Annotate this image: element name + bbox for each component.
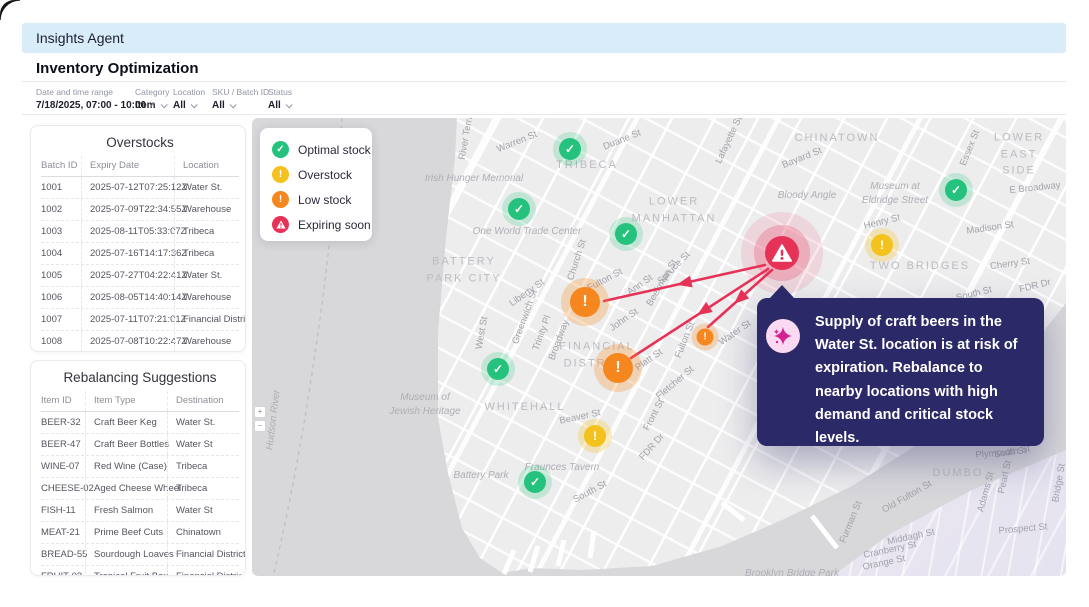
- optimal-stock-icon: ✓: [272, 141, 289, 158]
- table-row: BREAD-55 Sourdough Loaves Financial Distri…: [41, 543, 245, 565]
- map-zoom-control: + −: [254, 406, 266, 432]
- map-marker-optimal[interactable]: ✓: [559, 138, 581, 160]
- window-corner: [0, 0, 20, 20]
- filter-category[interactable]: Category Item: [135, 87, 173, 111]
- table-row: 1007 2025-07-11T07:21:01Z Financial Distri…: [41, 309, 245, 331]
- expiring-soon-icon: [272, 216, 289, 233]
- map-marker-expiring[interactable]: [765, 236, 799, 270]
- overstocks-header: Batch ID Expiry Date Location: [41, 156, 239, 177]
- map-marker-optimal[interactable]: ✓: [615, 223, 637, 245]
- overstocks-title: Overstocks: [106, 135, 174, 150]
- low-stock-icon: !: [272, 191, 289, 208]
- table-row: 1008 2025-07-08T10:22:47Z Warehouse: [41, 331, 239, 351]
- legend-item-optimal: ✓ Optimal stock: [272, 137, 372, 162]
- tooltip-pointer: [769, 285, 795, 299]
- chevron-down-icon: [229, 101, 237, 109]
- map-marker-overstock[interactable]: !: [871, 234, 893, 256]
- map-marker-overstock[interactable]: !: [584, 425, 606, 447]
- app-window: Insights Agent Inventory Optimization Da…: [0, 0, 1089, 607]
- chevron-down-icon: [285, 101, 293, 109]
- table-row: 1001 2025-07-12T07:25:12Z Water St.: [41, 177, 239, 199]
- rebalancing-table: BEER-32 Craft Beer Keg Water St. BEER-47 Cra…: [41, 412, 245, 575]
- sparkle-icon: [766, 319, 800, 353]
- rebalancing-panel: Rebalancing Suggestions Item ID Item Typ…: [30, 360, 246, 576]
- table-row: WINE-07 Red Wine (Case) Tribeca: [41, 455, 239, 477]
- table-row: 1003 2025-08-11T05:33:07Z Tribeca: [41, 221, 239, 243]
- map-marker-low[interactable]: !: [570, 287, 600, 317]
- legend-item-low-stock: ! Low stock: [272, 187, 372, 212]
- map-marker-low[interactable]: !: [603, 353, 633, 383]
- table-row: CHEESE-02 Aged Cheese Wheel Tribeca: [41, 477, 239, 499]
- map-marker-optimal[interactable]: ✓: [487, 358, 509, 380]
- zoom-in-button[interactable]: +: [254, 406, 266, 418]
- table-row: 1005 2025-07-27T04:22:41Z Water St.: [41, 265, 239, 287]
- insight-tooltip: Supply of craft beers in the Water St. l…: [757, 285, 1044, 446]
- legend-item-expiring: Expiring soon: [272, 212, 372, 237]
- app-title: Insights Agent: [36, 30, 124, 46]
- legend-item-overstock: ! Overstock: [272, 162, 372, 187]
- map-legend: ✓ Optimal stock ! Overstock ! Low stock …: [260, 128, 372, 241]
- app-header: Insights Agent: [22, 23, 1066, 53]
- overstocks-table: 1001 2025-07-12T07:25:12Z Water St. 1002 202…: [41, 177, 245, 351]
- filter-bar: Date and time range 7/18/2025, 07:00 - 1…: [36, 87, 314, 111]
- overstocks-panel: Overstocks Batch ID Expiry Date Location…: [30, 125, 246, 352]
- filter-location[interactable]: Location All: [173, 87, 212, 111]
- table-row: FRUIT-03Tropical Fruit BoxFinancial Dist…: [41, 565, 245, 575]
- chevron-down-icon: [190, 101, 198, 109]
- table-row: 1002 2025-07-09T22:34:55Z Warehouse: [41, 199, 239, 221]
- insight-text: Supply of craft beers in the Water St. l…: [815, 314, 1018, 446]
- map-marker-low[interactable]: !: [696, 328, 714, 346]
- filter-sku-batch[interactable]: SKU / Batch ID All: [212, 87, 269, 111]
- overstock-icon: !: [272, 166, 289, 183]
- rebalancing-title: Rebalancing Suggestions: [63, 370, 217, 385]
- table-row: BEER-32 Craft Beer Keg Water St.: [41, 412, 239, 433]
- table-row: 1004 2025-07-16T14:17:36Z Tribeca: [41, 243, 239, 265]
- map-marker-optimal[interactable]: ✓: [524, 471, 546, 493]
- table-row: 1006 2025-08-05T14:40:14Z Warehouse: [41, 287, 239, 309]
- filter-status[interactable]: Status All: [268, 87, 314, 111]
- warning-triangle-icon: [772, 244, 792, 262]
- map[interactable]: TRIBECA LOWER MANHATTAN CHINATOWN LOWER EAS…: [252, 118, 1066, 576]
- chevron-down-icon: [160, 101, 168, 109]
- table-row: BEER-47 Craft Beer Bottles Water St: [41, 433, 239, 455]
- zoom-out-button[interactable]: −: [254, 420, 266, 432]
- map-marker-optimal[interactable]: ✓: [508, 198, 530, 220]
- table-row: FISH-11 Fresh Salmon Water St: [41, 499, 239, 521]
- table-row: MEAT-21 Prime Beef Cuts Chinatown: [41, 521, 239, 543]
- divider: [22, 81, 1066, 82]
- filter-date-range[interactable]: Date and time range 7/18/2025, 07:00 - 1…: [36, 87, 155, 111]
- divider: [22, 114, 1066, 115]
- map-marker-optimal[interactable]: ✓: [945, 179, 967, 201]
- page-title: Inventory Optimization: [36, 60, 199, 77]
- rebalancing-header: Item ID Item Type Destination: [41, 391, 239, 412]
